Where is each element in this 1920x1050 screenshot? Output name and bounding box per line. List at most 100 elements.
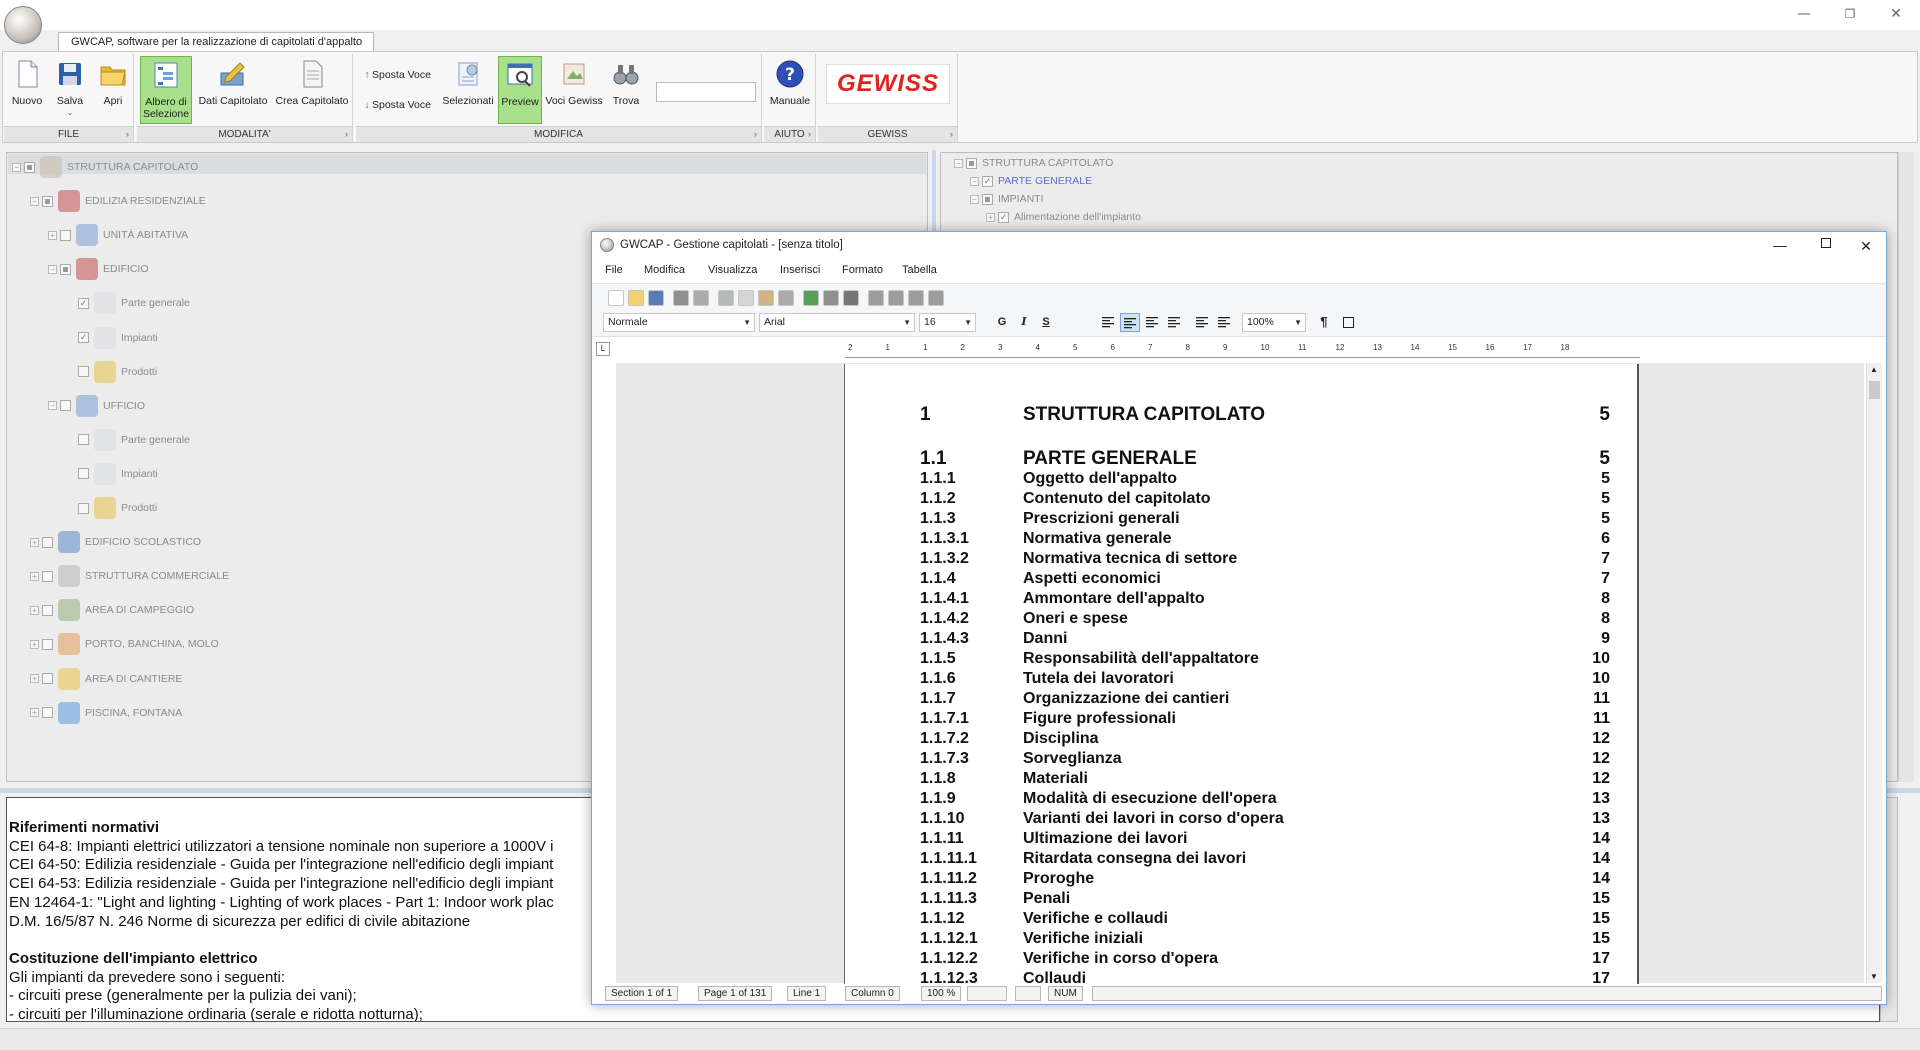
- new-icon[interactable]: [608, 290, 624, 306]
- tree-node[interactable]: − STRUTTURA CAPITOLATO: [12, 156, 198, 178]
- align-right-button[interactable]: [1142, 313, 1162, 332]
- numbered-list-button[interactable]: [1214, 313, 1234, 332]
- indent-1-icon[interactable]: [868, 290, 884, 306]
- expand-collapse-icon[interactable]: −: [48, 264, 57, 274]
- tree-node[interactable]: + EDIFICIO SCOLASTICO: [30, 531, 201, 554]
- style-combo[interactable]: Normale ▼: [603, 313, 755, 332]
- zoom-combo[interactable]: 100% ▼: [1242, 313, 1306, 332]
- voci-gewiss-button[interactable]: Voci Gewiss: [544, 56, 604, 124]
- tree-checkbox[interactable]: ✓: [998, 211, 1009, 223]
- tree-checkbox[interactable]: [42, 604, 53, 616]
- tree-checkbox[interactable]: [42, 638, 53, 650]
- expand-collapse-icon[interactable]: −: [48, 401, 57, 411]
- tree-checkbox[interactable]: [24, 161, 35, 173]
- toc-entry[interactable]: 1.1.11.3 Penali 15: [920, 890, 1620, 912]
- expand-icon[interactable]: ›: [126, 127, 129, 142]
- crea-capitolato-button[interactable]: Crea Capitolato: [273, 56, 351, 124]
- tree-node[interactable]: ✓ Parte generale: [66, 292, 190, 315]
- menu-file[interactable]: File: [605, 264, 623, 276]
- tree-node[interactable]: + PORTO, BANCHINA, MOLO: [30, 633, 219, 656]
- chapter-node[interactable]: − IMPIANTI: [970, 190, 1044, 208]
- expand-collapse-icon[interactable]: +: [30, 537, 39, 547]
- dati-capitolato-button[interactable]: Dati Capitolato: [195, 56, 271, 124]
- toc-entry[interactable]: 1.1.7.3 Sorveglianza 12: [920, 750, 1620, 772]
- app-menu-icon[interactable]: [4, 6, 42, 44]
- tree-checkbox[interactable]: [42, 195, 53, 207]
- tree-checkbox[interactable]: ✓: [78, 297, 89, 309]
- toc-entry[interactable]: 1.1.10 Varianti dei lavori in corso d'ope…: [920, 810, 1620, 832]
- expand-collapse-icon[interactable]: −: [30, 196, 39, 206]
- sposta-voce-su-button[interactable]: ↑ Sposta Voce: [362, 68, 431, 82]
- scroll-up-icon[interactable]: ▲: [1870, 365, 1878, 374]
- expand-collapse-icon[interactable]: +: [30, 708, 39, 718]
- menu-inserisci[interactable]: Inserisci: [780, 264, 820, 276]
- menu-tabella[interactable]: Tabella: [902, 264, 937, 276]
- search-input[interactable]: [656, 82, 756, 102]
- toc-entry[interactable]: 1.1.2 Contenuto del capitolato 5: [920, 490, 1620, 512]
- tree-node[interactable]: ✓ Impianti: [66, 326, 158, 349]
- gewiss-logo[interactable]: GEWISS: [826, 64, 950, 104]
- tree-node[interactable]: + STRUTTURA COMMERCIALE: [30, 565, 229, 588]
- expand-collapse-icon[interactable]: −: [970, 194, 979, 204]
- italic-button[interactable]: I: [1014, 313, 1034, 332]
- document-scrollbar[interactable]: ▲ ▼: [1866, 363, 1882, 983]
- toc-entry[interactable]: 1.1.3.2 Normativa tecnica di settore 7: [920, 550, 1620, 572]
- tree-node[interactable]: Parte generale: [66, 428, 190, 451]
- font-combo[interactable]: Arial ▼: [759, 313, 915, 332]
- tree-checkbox[interactable]: [42, 673, 53, 684]
- expand-collapse-icon[interactable]: +: [30, 639, 39, 649]
- tree-checkbox[interactable]: ✓: [982, 175, 993, 187]
- undo-icon[interactable]: [803, 290, 819, 306]
- toc-entry[interactable]: 1.1.11 Ultimazione dei lavori 14: [920, 830, 1620, 852]
- tree-checkbox[interactable]: [982, 193, 993, 205]
- toc-entry[interactable]: 1.1.7.1 Figure professionali 11: [920, 710, 1620, 732]
- menu-modifica[interactable]: Modifica: [644, 264, 685, 276]
- clear-icon[interactable]: [778, 290, 794, 306]
- open-icon[interactable]: [628, 290, 644, 306]
- toc-entry[interactable]: 1.1.11.1 Ritardata consegna dei lavori 14: [920, 850, 1620, 872]
- trova-button[interactable]: Trova: [608, 56, 644, 124]
- expand-icon[interactable]: ›: [345, 127, 348, 142]
- size-combo[interactable]: 16 ▼: [919, 313, 976, 332]
- tree-node[interactable]: + AREA DI CANTIERE: [30, 667, 182, 690]
- tree-checkbox[interactable]: [78, 366, 89, 378]
- tree-node[interactable]: − EDILIZIA RESIDENZIALE: [30, 190, 206, 213]
- tree-checkbox[interactable]: [42, 570, 53, 582]
- toc-entry[interactable]: 1.1.7.2 Disciplina 12: [920, 730, 1620, 752]
- toc-entry[interactable]: 1.1.3.1 Normativa generale 6: [920, 530, 1620, 552]
- toc-entry[interactable]: 1.1.7 Organizzazione dei cantieri 11: [920, 690, 1620, 712]
- tree-checkbox[interactable]: [60, 263, 71, 275]
- tree-checkbox[interactable]: [78, 434, 89, 446]
- menu-formato[interactable]: Formato: [842, 264, 883, 276]
- redo-icon[interactable]: [823, 290, 839, 306]
- expand-icon[interactable]: ›: [808, 127, 811, 142]
- expand-icon[interactable]: ›: [754, 127, 757, 142]
- expand-collapse-icon[interactable]: −: [954, 158, 963, 168]
- toc-entry[interactable]: 1.1.6 Tutela dei lavoratori 10: [920, 670, 1620, 692]
- expand-collapse-icon[interactable]: +: [30, 571, 39, 581]
- expand-collapse-icon[interactable]: +: [48, 230, 57, 240]
- apri-button[interactable]: Apri: [94, 56, 132, 124]
- tree-node[interactable]: Prodotti: [66, 360, 157, 383]
- toc-entry[interactable]: 1.1.12 Verifiche e collaudi 15: [920, 910, 1620, 932]
- underline-button[interactable]: S: [1036, 313, 1056, 332]
- tree-checkbox[interactable]: [78, 468, 89, 480]
- menu-visualizza[interactable]: Visualizza: [708, 264, 757, 276]
- expand-icon[interactable]: ›: [950, 127, 953, 142]
- tree-checkbox[interactable]: [60, 400, 71, 412]
- chapter-node[interactable]: − ✓ PARTE GENERALE: [970, 172, 1092, 190]
- close-button[interactable]: ✕: [1878, 2, 1914, 26]
- minimize-button[interactable]: —: [1786, 2, 1822, 26]
- tab-stop-selector[interactable]: L: [596, 342, 610, 356]
- toc-entry[interactable]: 1.1.9 Modalità di esecuzione dell'opera 13: [920, 790, 1620, 812]
- toc-entry[interactable]: 1.1.4.2 Oneri e spese 8: [920, 610, 1620, 632]
- preview-button[interactable]: Preview: [498, 56, 542, 124]
- tree-node[interactable]: + UNITÀ ABITATIVA: [48, 224, 188, 247]
- tree-node[interactable]: Prodotti: [66, 497, 157, 519]
- expand-collapse-icon[interactable]: +: [986, 212, 995, 222]
- justify-button[interactable]: [1164, 313, 1184, 332]
- albero-selezione-button[interactable]: Albero di Selezione: [140, 56, 192, 124]
- tree-checkbox[interactable]: [78, 502, 89, 514]
- toc-entry[interactable]: 1.1.12.1 Verifiche iniziali 15: [920, 930, 1620, 952]
- tree-checkbox[interactable]: [966, 157, 977, 169]
